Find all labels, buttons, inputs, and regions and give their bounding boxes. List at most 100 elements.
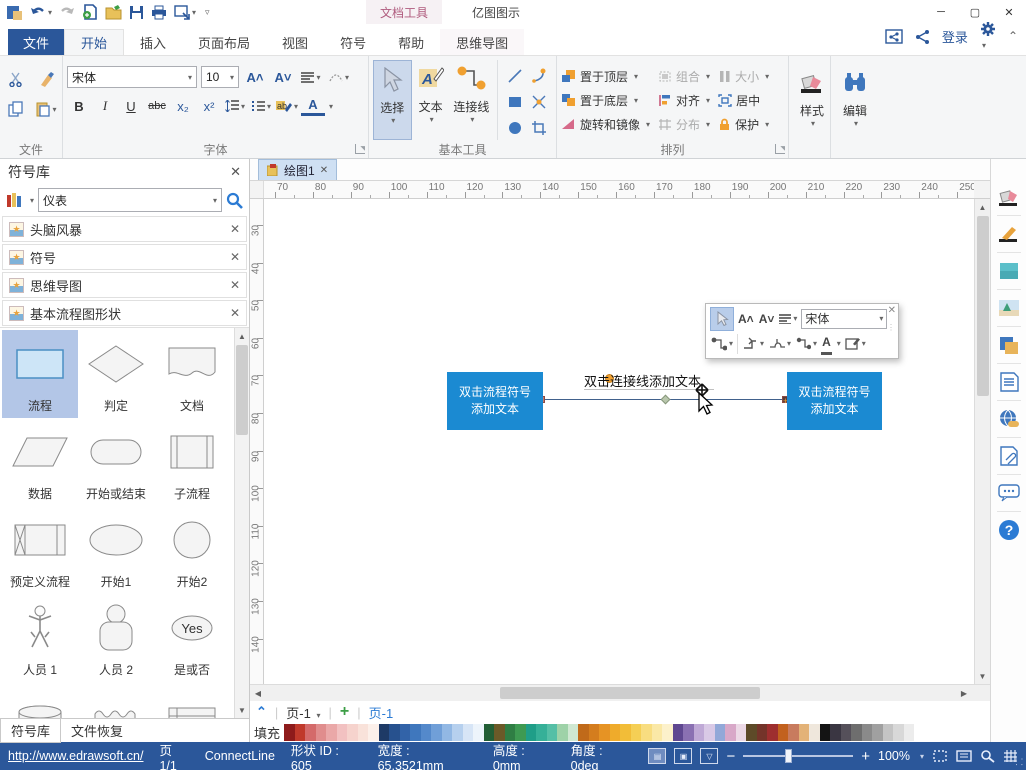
palette-swatch[interactable] [557, 724, 568, 741]
palette-swatch[interactable] [536, 724, 547, 741]
palette-swatch[interactable] [410, 724, 421, 741]
line-spacing-button[interactable]: ▾ [223, 96, 247, 116]
palette-swatch[interactable] [746, 724, 757, 741]
arc-tool-icon[interactable] [528, 64, 550, 88]
zoom-slider-thumb[interactable] [785, 749, 792, 763]
library-panel-close-icon[interactable]: ✕ [230, 164, 241, 180]
palette-swatch[interactable] [694, 724, 705, 741]
palette-swatch[interactable] [526, 724, 537, 741]
rotate-mirror-button[interactable]: 旋转和镜像▾ [561, 112, 650, 136]
text-arc-button[interactable]: ▾ [327, 67, 351, 87]
zoom-level[interactable]: 100% [878, 749, 910, 763]
scroll-right-icon[interactable]: ▶ [956, 685, 972, 701]
select-tool-button[interactable]: 选择▾ [373, 60, 412, 140]
collapse-pagebar-icon[interactable]: ⌃ [256, 704, 267, 720]
shape-subprocess[interactable]: 子流程 [154, 418, 230, 506]
mini-style-edit-button[interactable]: ▾ [844, 333, 867, 355]
document-tab-close-icon[interactable]: ✕ [320, 165, 328, 176]
format-painter-icon[interactable] [36, 68, 58, 90]
crop-tool-icon[interactable] [528, 116, 550, 140]
ellipse-tool-icon[interactable] [504, 116, 526, 140]
shape-data[interactable]: 数据 [2, 418, 78, 506]
copy-icon[interactable] [4, 98, 27, 120]
palette-swatch[interactable] [358, 724, 369, 741]
new-file-button[interactable] [82, 2, 98, 22]
palette-swatch[interactable] [368, 724, 379, 741]
palette-swatch[interactable] [893, 724, 904, 741]
shape-terminator[interactable]: 开始或结束 [78, 418, 154, 506]
font-color-button[interactable]: A [301, 96, 325, 116]
bullet-list-button[interactable]: ▾ [249, 96, 273, 116]
mini-toolbar-grip[interactable]: ⋮ [887, 326, 895, 330]
shape-person2[interactable]: 人员 2 [78, 594, 154, 682]
settings-gear-icon[interactable]: ▾ [980, 21, 996, 51]
line-tool-icon[interactable] [504, 64, 526, 88]
page-name-dropdown[interactable]: 页-1 ▾ [286, 703, 320, 722]
shape-document[interactable]: 文档 [154, 330, 230, 418]
font-family-select[interactable]: 宋体▾ [67, 66, 197, 88]
palette-swatch[interactable] [463, 724, 474, 741]
page-tab-active[interactable]: 页-1 [369, 703, 394, 722]
flowchart-shape-left[interactable]: 双击流程符号 添加文本 [447, 372, 543, 430]
palette-swatch[interactable] [452, 724, 463, 741]
palette-swatch[interactable] [379, 724, 390, 741]
send-to-back-button[interactable]: 置于底层▾ [561, 88, 650, 112]
palette-swatch[interactable] [305, 724, 316, 741]
export-dropdown[interactable]: ▾ [192, 8, 196, 17]
connector-midpoint-handle[interactable] [661, 395, 671, 405]
palette-swatch[interactable] [736, 724, 747, 741]
palette-swatch[interactable] [725, 724, 736, 741]
group-button[interactable]: 组合▾ [658, 64, 710, 88]
palette-swatch[interactable] [494, 724, 505, 741]
mini-select-button[interactable] [710, 307, 734, 331]
tab-file[interactable]: 文件 [8, 29, 64, 55]
export-button[interactable]: ▾ [174, 2, 196, 22]
palette-swatch[interactable] [599, 724, 610, 741]
shadow-panel-icon[interactable] [996, 258, 1022, 284]
scroll-down-icon[interactable]: ▼ [235, 702, 249, 718]
mini-toolbar-close-icon[interactable]: ✕ [888, 305, 896, 316]
superscript-button[interactable]: x² [197, 96, 221, 116]
attachment-panel-icon[interactable] [996, 443, 1022, 469]
increase-font-button[interactable]: A˄ [243, 67, 267, 87]
protect-button[interactable]: 保护▾ [718, 112, 769, 136]
palette-swatch[interactable] [610, 724, 621, 741]
palette-swatch[interactable] [883, 724, 894, 741]
panel-tab-library[interactable]: 符号库 [0, 719, 61, 743]
tab-page-layout[interactable]: 页面布局 [182, 29, 266, 55]
library-section-basic-flowchart[interactable]: ★ 基本流程图形状 ✕ [2, 300, 247, 326]
tab-symbol[interactable]: 符号 [324, 29, 382, 55]
mini-decrease-font-button[interactable]: A˅ [758, 308, 776, 330]
zoom-area-icon[interactable] [980, 749, 995, 763]
undo-dropdown[interactable]: ▾ [48, 8, 52, 17]
bold-button[interactable]: B [67, 96, 91, 116]
customize-qat-button[interactable]: ▿ [203, 2, 210, 22]
comment-panel-icon[interactable] [996, 480, 1022, 506]
palette-swatch[interactable] [799, 724, 810, 741]
section-close-icon[interactable]: ✕ [230, 222, 240, 236]
bring-to-front-button[interactable]: 置于顶层▾ [561, 64, 650, 88]
drawing-canvas[interactable]: 双击连接线添加文本 双击流程符号 添加文本 双击流程符号 添加文本 [264, 199, 974, 684]
shape-card-partial[interactable] [78, 682, 154, 718]
library-section-symbols[interactable]: ★ 符号 ✕ [2, 244, 247, 270]
resize-grip[interactable]: ⸬ [1016, 755, 1024, 768]
zoom-out-button[interactable]: − [726, 748, 735, 765]
tab-view[interactable]: 视图 [266, 29, 324, 55]
redo-button[interactable] [59, 2, 75, 22]
palette-swatch[interactable] [515, 724, 526, 741]
mini-connector-type-button[interactable]: ▾ [795, 333, 818, 355]
strikethrough-button[interactable]: abc [145, 96, 169, 116]
palette-swatch[interactable] [316, 724, 327, 741]
tab-help[interactable]: 帮助 [382, 29, 440, 55]
mini-route-button[interactable]: ▾ [741, 333, 765, 355]
tab-home[interactable]: 开始 [64, 29, 124, 55]
library-dropdown[interactable]: ▾ [30, 196, 34, 205]
palette-swatch[interactable] [767, 724, 778, 741]
style-button[interactable]: 样式▾ [793, 60, 831, 128]
palette-swatch[interactable] [442, 724, 453, 741]
open-file-button[interactable] [105, 2, 122, 22]
text-tool-button[interactable]: A 文本▾ [412, 60, 450, 140]
style-panel-icon[interactable] [996, 184, 1022, 210]
search-icon[interactable] [226, 192, 243, 209]
size-button[interactable]: 大小▾ [718, 64, 769, 88]
